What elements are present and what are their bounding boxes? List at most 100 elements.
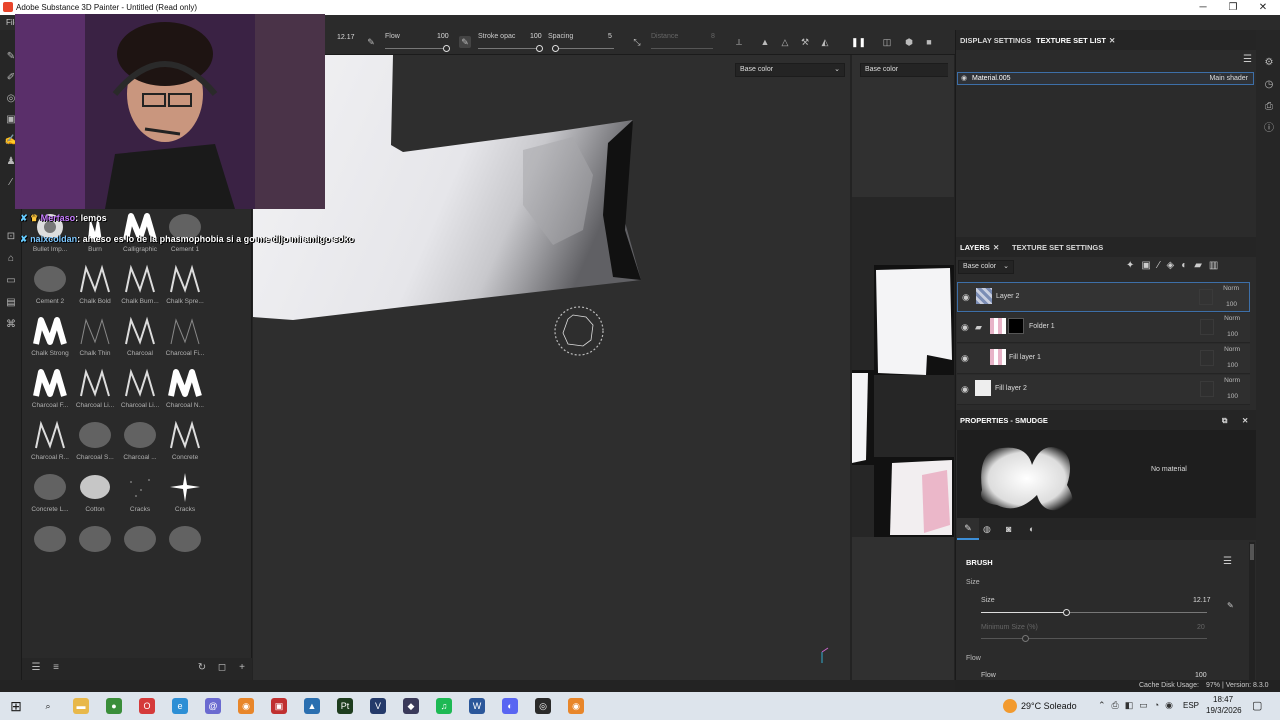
start-icon[interactable]: ⊞ (8, 698, 24, 714)
popout-icon[interactable]: ⧉ (1222, 416, 1227, 426)
mirror-alt-icon[interactable]: △ (779, 36, 791, 48)
opera-icon[interactable]: O (139, 698, 155, 714)
refresh-icon[interactable]: ↻ (196, 662, 208, 674)
close-button[interactable]: ✕ (1248, 0, 1278, 15)
spacing-slider-track[interactable] (552, 48, 614, 49)
tab-texture-set-list[interactable]: TEXTURE SET LIST (1036, 36, 1106, 45)
flow-pressure-icon[interactable]: ✎ (459, 36, 471, 48)
app-red-icon[interactable]: ▣ (271, 698, 287, 714)
brush-preset[interactable]: Charcoal (117, 312, 163, 364)
tray-icons[interactable]: ⌃⎙◧▭◔◉ (1098, 700, 1179, 711)
stencil-tab-icon[interactable]: ◙ (1006, 523, 1018, 535)
brush-preset[interactable]: Charcoal R... (27, 416, 73, 468)
menu-icon[interactable]: ☰ (1243, 54, 1252, 65)
flow-slider-knob[interactable] (443, 45, 450, 52)
brush-preset[interactable]: Concrete (162, 416, 208, 468)
brush-preset[interactable]: Chalk Bold (72, 260, 118, 312)
camera-icon[interactable]: ■ (923, 36, 935, 48)
minimize-button[interactable]: ─ (1188, 0, 1218, 15)
min-size-value[interactable]: 20 (1197, 624, 1205, 631)
brush-preset[interactable]: Cracks (117, 468, 163, 520)
close-icon[interactable]: ✕ (1109, 36, 1115, 45)
alpha-tab-icon[interactable]: ◍ (983, 523, 995, 535)
brush-preset[interactable]: Chalk Spre... (162, 260, 208, 312)
brush-preset[interactable]: Cracks (162, 468, 208, 520)
tab-layers[interactable]: LAYERS (960, 243, 990, 252)
spacing-value[interactable]: 5 (608, 33, 612, 40)
brush-preset[interactable] (27, 520, 73, 572)
blend-mode[interactable]: Norm (1224, 315, 1240, 322)
eye-icon[interactable]: ◉ (961, 74, 967, 82)
maximize-button[interactable]: ❐ (1218, 0, 1248, 15)
mask-slot[interactable] (1200, 319, 1214, 335)
stroke-opacity-value[interactable]: 100 (530, 33, 542, 40)
distance-slider-track[interactable] (651, 48, 713, 49)
layers-channel-dropdown[interactable]: Base color ⌄ (958, 260, 1014, 274)
settings-icon[interactable]: ⚙ (1262, 56, 1276, 70)
close-icon[interactable]: ✕ (1242, 416, 1248, 425)
photos-icon[interactable]: ▲ (304, 698, 320, 714)
scrollbar-thumb[interactable] (1250, 544, 1254, 560)
eye-icon[interactable]: ◉ (962, 292, 974, 302)
texture-set-shader[interactable]: Main shader (1209, 75, 1248, 82)
clock-date[interactable]: 19/3/2026 (1206, 706, 1242, 715)
filter-icon[interactable]: ☰ (30, 662, 42, 674)
list-view-icon[interactable]: ≡ (50, 662, 62, 674)
clock-time[interactable]: 18:47 (1213, 695, 1233, 704)
mirror-off-icon[interactable]: ◭ (819, 36, 831, 48)
assets-icon[interactable]: ⌘ (4, 318, 18, 332)
viewport-2d[interactable]: Base color (852, 55, 954, 680)
stroke-slider-knob[interactable] (536, 45, 543, 52)
blend-mode[interactable]: Norm (1224, 346, 1240, 353)
stroke-slider-track[interactable] (478, 48, 540, 49)
notifications-icon[interactable]: ▢ (1252, 699, 1262, 712)
chat-username[interactable]: naixcoldan (30, 234, 77, 244)
search-icon[interactable]: ⌕ (40, 698, 56, 714)
word-icon[interactable]: W (469, 698, 485, 714)
brush-preset[interactable] (117, 520, 163, 572)
blender2-icon[interactable]: ◉ (568, 698, 584, 714)
files-icon[interactable]: ▬ (73, 698, 89, 714)
size-slider-knob[interactable] (1062, 609, 1070, 616)
brush-preset[interactable] (162, 520, 208, 572)
polygon-fill-icon[interactable]: ⌂ (4, 252, 18, 266)
weather-label[interactable]: 29°C Soleado (1021, 701, 1077, 711)
brush-tab-icon[interactable]: ✎ (957, 518, 979, 540)
flow-value[interactable]: 100 (437, 33, 449, 40)
flow-slider-track[interactable] (385, 48, 447, 49)
texture-set-row[interactable]: ◉ Material.005 Main shader (957, 72, 1254, 85)
render-icon[interactable]: ⬢ (903, 36, 915, 48)
brush-preset[interactable]: Cotton (72, 468, 118, 520)
brush-preset[interactable] (72, 520, 118, 572)
menu-icon[interactable]: ☰ (1223, 556, 1232, 567)
eye-icon[interactable]: ◉ (961, 384, 973, 394)
layer-actions[interactable]: ✦▣⁄◈◐▰▥ (1126, 260, 1251, 274)
weather-icon[interactable] (1003, 699, 1017, 713)
eye-icon[interactable]: ◉ (961, 322, 973, 332)
history-icon[interactable]: ◷ (1262, 78, 1276, 92)
size-value[interactable]: 12.17 (337, 34, 355, 41)
size-value[interactable]: 12.17 (1193, 597, 1211, 604)
new-window-icon[interactable]: ◻ (216, 662, 228, 674)
brush-preset[interactable]: Chalk Thin (72, 312, 118, 364)
viewport-channel-dropdown[interactable]: Base color ⌄ (735, 63, 845, 77)
brush-preset[interactable]: Cement 2 (27, 260, 73, 312)
split-view-icon[interactable]: ◫ (881, 36, 893, 48)
add-icon[interactable]: + (236, 662, 248, 674)
mask-slot[interactable] (1200, 350, 1214, 366)
info-icon[interactable]: ⓘ (1262, 122, 1276, 136)
mask-slot[interactable] (1199, 289, 1213, 305)
brush-preset[interactable]: Charcoal S... (72, 416, 118, 468)
blend-mode[interactable]: Norm (1224, 377, 1240, 384)
lazy-mouse-icon[interactable]: ⤡ (631, 36, 643, 48)
flow-value[interactable]: 100 (1195, 672, 1207, 679)
viewport-3d[interactable]: Base color ⌄ (253, 55, 850, 680)
close-icon[interactable]: ✕ (993, 243, 999, 252)
layer-row-fill-layer-1[interactable]: ◉ Fill layer 1 Norm 100 (957, 344, 1250, 374)
mirror-icon[interactable]: ▲ (759, 36, 771, 48)
tab-texture-set-settings[interactable]: TEXTURE SET SETTINGS (1012, 243, 1103, 252)
language-label[interactable]: ESP (1183, 701, 1199, 710)
edge-icon[interactable]: e (172, 698, 188, 714)
pause-icon[interactable]: ❚❚ (851, 36, 866, 48)
substance-icon[interactable]: ◆ (403, 698, 419, 714)
